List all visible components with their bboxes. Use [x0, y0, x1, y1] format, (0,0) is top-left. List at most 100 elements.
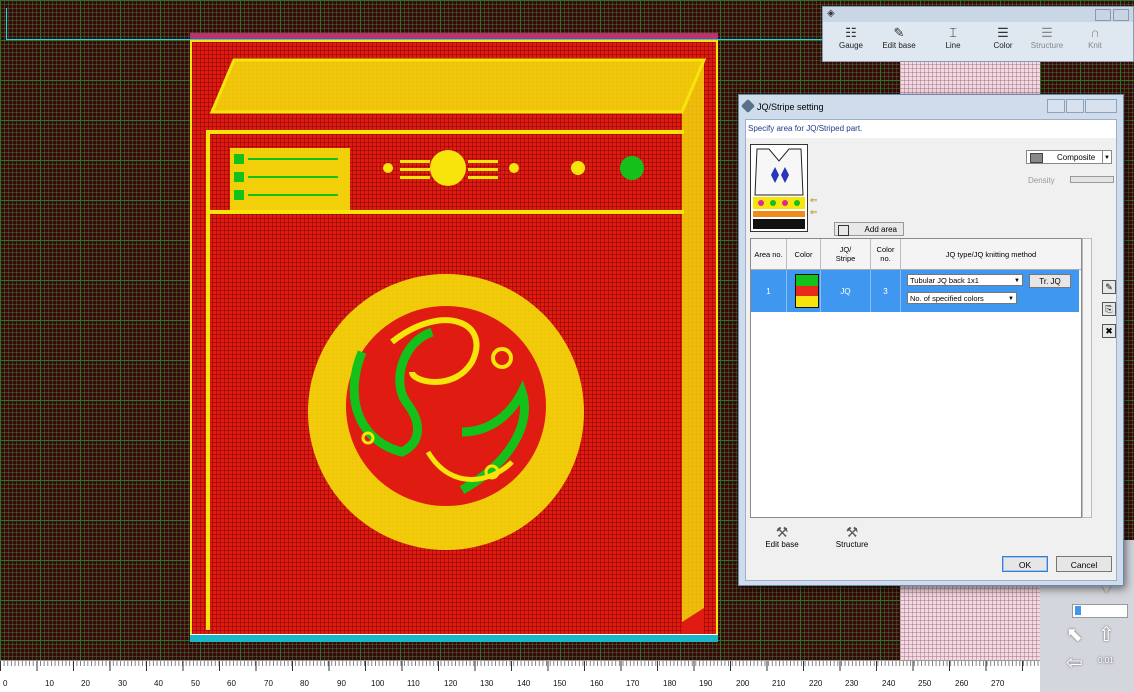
jq-stripe-dialog: JQ/Stripe setting Specify area for JQ/St…	[738, 94, 1124, 586]
ruler-tick: 70	[264, 679, 273, 688]
edit-base-dialog-label: Edit base	[765, 540, 799, 549]
structure-label: Structure	[1030, 41, 1064, 50]
ruler-tick: 260	[955, 679, 969, 688]
zoom-slider-handle[interactable]	[1075, 606, 1081, 615]
washing-machine-artwork	[206, 58, 707, 636]
arrow-left-icon[interactable]: ⇦	[1066, 650, 1083, 675]
ok-button[interactable]: OK	[1002, 556, 1048, 572]
instruction-text: Specify area for JQ/Striped part.	[746, 120, 1116, 138]
ruler-tick: 160	[590, 679, 604, 688]
color-label: Color	[993, 41, 1013, 50]
add-area-icon	[838, 225, 849, 236]
chevron-down-icon: ▼	[1102, 151, 1111, 163]
ruler-tick: 90	[337, 679, 346, 688]
jq-type-select[interactable]: Tubular JQ back 1x1 ▼	[907, 274, 1023, 286]
edit-base-label: Edit base	[882, 41, 916, 50]
dialog-close-button[interactable]	[1085, 99, 1117, 113]
ruler-tick: 230	[845, 679, 859, 688]
tr-jq-button[interactable]: Tr. JQ	[1029, 274, 1071, 288]
toolbar-header: ◈	[823, 7, 1133, 22]
gauge-label: Gauge	[838, 41, 864, 50]
dialog-minimize-button[interactable]	[1047, 99, 1065, 113]
dialog-app-icon	[740, 98, 756, 114]
edit-base-button[interactable]: ✎ Edit base	[879, 25, 919, 61]
bottom-selection-strip	[190, 634, 718, 642]
trash-icon[interactable]: ✖	[1102, 324, 1116, 338]
line-label: Line	[945, 41, 961, 50]
line-button[interactable]: ⌶ Line	[933, 25, 973, 61]
color-chip[interactable]	[795, 274, 819, 308]
ruler-tick: 180	[663, 679, 677, 688]
method-select[interactable]: No. of specified colors ▼	[907, 292, 1017, 304]
composite-swatch-icon	[1030, 153, 1043, 163]
jq-type-value: Tubular JQ back 1x1	[910, 276, 979, 285]
ruler-tick: 150	[553, 679, 567, 688]
edit-row-icon[interactable]: ✎	[1102, 280, 1116, 294]
add-area-button[interactable]: Add area	[834, 222, 904, 236]
area-pointer-arrows: ⇐ ⇐	[810, 195, 818, 217]
ruler-tick: 110	[407, 679, 420, 688]
top-selection-strip	[190, 33, 718, 39]
cancel-button[interactable]: Cancel	[1056, 556, 1112, 572]
gauge-icon: ☷	[845, 25, 857, 40]
arrow-up-icon[interactable]: ⇧	[1098, 622, 1115, 647]
area-no-cell: 1	[751, 270, 787, 312]
ruler-tick: 30	[118, 679, 127, 688]
ruler-tick: 10	[45, 679, 54, 688]
structure-dialog-label: Structure	[835, 540, 869, 549]
table-scrollbar[interactable]	[1082, 238, 1092, 518]
knit-button[interactable]: ∩ Knit	[1075, 25, 1115, 61]
area-guide-line-vertical	[6, 8, 7, 40]
composite-label: Composite	[1057, 153, 1096, 162]
edit-base-dialog-button[interactable]: ⚒ Edit base	[752, 524, 812, 554]
dialog-maximize-button[interactable]	[1066, 99, 1084, 113]
composite-select[interactable]: Composite ▼	[1026, 150, 1112, 164]
edit-base-icon: ⚒	[775, 524, 789, 540]
maximize-button[interactable]	[1113, 9, 1129, 21]
col-area-no: Area no.	[751, 239, 787, 269]
color-button[interactable]: ☰ Color	[983, 25, 1023, 61]
ruler-tick: 250	[918, 679, 932, 688]
zoom-slider[interactable]	[1072, 604, 1128, 618]
ruler-tick: 50	[191, 679, 200, 688]
ruler-tick: 240	[882, 679, 896, 688]
ruler-tick: 20	[81, 679, 90, 688]
jq-stripe-cell: JQ	[821, 270, 871, 312]
ruler-tick: 190	[699, 679, 713, 688]
structure-button[interactable]: ☰ Structure	[1027, 25, 1067, 61]
ruler-tick: 120	[444, 679, 458, 688]
ruler-tick: 130	[480, 679, 494, 688]
ruler-tick: 200	[736, 679, 750, 688]
copy-row-icon[interactable]: ⎘	[1102, 302, 1116, 316]
structure-icon: ☰	[1041, 25, 1053, 40]
arrow-diagonal-icon[interactable]: ⬉	[1066, 622, 1083, 647]
col-jq-stripe: JQ/ Stripe	[821, 239, 871, 269]
knit-toolbar: ◈ ☷ Gauge ✎ Edit base ⌶ Line ☰ Color ☰ Struct…	[822, 6, 1134, 62]
zoom-readout: 0.01	[1098, 656, 1114, 665]
ruler-tick: 220	[809, 679, 823, 688]
color-chip-yellow	[796, 296, 818, 307]
edit-base-icon: ✎	[893, 25, 905, 40]
ruler-tick: 80	[300, 679, 309, 688]
ruler-tick: 40	[154, 679, 163, 688]
minimize-button[interactable]	[1095, 9, 1111, 21]
color-chip-red	[796, 285, 818, 297]
density-label: Density	[1028, 176, 1055, 185]
ruler-tick: 270	[991, 679, 1005, 688]
method-value: No. of specified colors	[910, 294, 984, 303]
chevron-down-icon: ▼	[1014, 278, 1020, 284]
structure-icon: ⚒	[845, 524, 859, 540]
color-icon: ☰	[997, 25, 1009, 40]
table-header: Area no. Color JQ/ Stripe Color no. JQ t…	[751, 239, 1081, 270]
ruler-tick: 170	[626, 679, 640, 688]
structure-dialog-button[interactable]: ⚒ Structure	[822, 524, 882, 554]
ruler-tick: 0	[3, 679, 8, 688]
density-slider[interactable]	[1070, 176, 1114, 183]
app-icon: ◈	[827, 8, 835, 19]
washing-machine-design[interactable]	[190, 40, 718, 638]
knit-label: Knit	[1088, 41, 1102, 50]
col-color-no: Color no.	[871, 239, 901, 269]
gauge-button[interactable]: ☷ Gauge	[831, 25, 871, 61]
col-color: Color	[787, 239, 821, 269]
ruler-tick: 60	[227, 679, 236, 688]
